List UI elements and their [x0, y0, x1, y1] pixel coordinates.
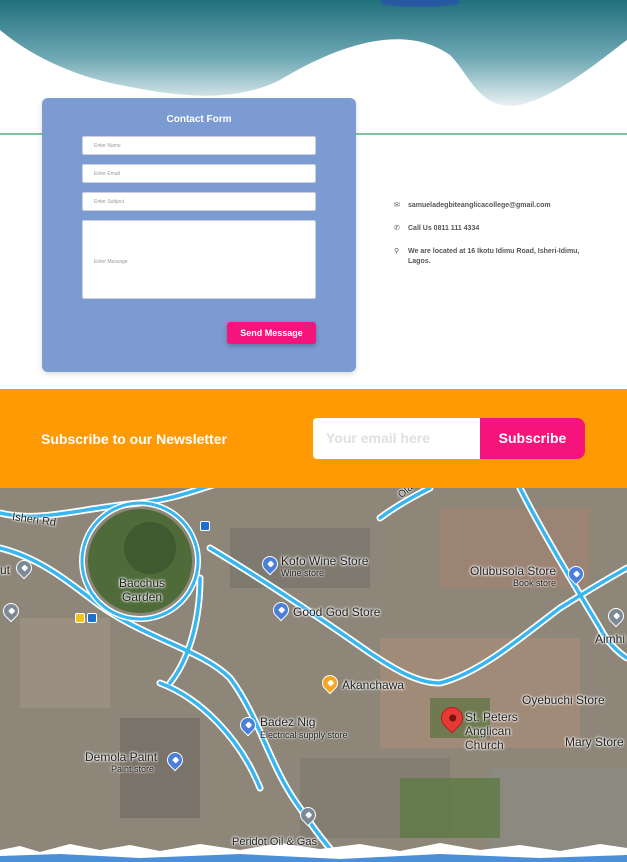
newsletter-title: Subscribe to our Newsletter — [41, 431, 227, 447]
contact-email-text[interactable]: samueladegbiteanglicacollege@gmail.com — [408, 201, 583, 211]
map-label-demola: Demola Paint — [85, 750, 158, 764]
location-pin-icon: ⚲ — [394, 248, 400, 255]
subscribe-button[interactable]: Subscribe — [480, 418, 585, 459]
map-label-badez: Badez Nig — [260, 715, 316, 729]
map-label-mary: Mary Store — [565, 735, 624, 749]
map-label-out-partial: ut — [0, 563, 11, 577]
phone-icon: ✆ — [394, 225, 400, 232]
map-label-peridot: Peridot Oil & Gas — [232, 836, 317, 848]
location-map[interactable]: Isheri Rd Ola ut Bacchus Garden Kofo Win… — [0, 488, 627, 862]
map-label-akanchawa: Akanchawa — [342, 678, 405, 692]
email-input[interactable]: Enter Email — [82, 164, 316, 183]
send-message-button[interactable]: Send Message — [227, 322, 316, 344]
map-sublabel-demola: Paint store — [111, 764, 155, 774]
name-input[interactable]: Enter Name — [82, 136, 316, 155]
envelope-icon: ✉ — [394, 202, 400, 209]
map-label-good-god: Good God Store — [293, 605, 381, 619]
subject-input[interactable]: Enter Subject — [82, 192, 316, 211]
map-label-kofo: Kofo Wine Store — [281, 554, 369, 568]
newsletter-email-input[interactable]: Your email here — [313, 418, 481, 459]
map-sublabel-olubusola: Book store — [513, 578, 557, 588]
map-label-bacchus-garden: Bacchus Garden — [118, 576, 166, 604]
contact-address-row: ⚲ We are located at 16 Ikotu Idimu Road,… — [394, 247, 583, 267]
contact-email-row: ✉ samueladegbiteanglicacollege@gmail.com — [394, 201, 583, 211]
bus-stop-icon[interactable] — [87, 613, 97, 623]
map-label-oyebuchi: Oyebuchi Store — [522, 693, 605, 707]
newsletter-band: Subscribe to our Newsletter Your email h… — [0, 389, 627, 488]
contact-address-text: We are located at 16 Ikotu Idimu Road, I… — [408, 248, 580, 265]
map-label-olubusola: Olubusola Store — [470, 564, 557, 578]
map-sublabel-badez: Electrical supply store — [260, 730, 348, 740]
contact-form-card: Contact Form Enter Name Enter Email Ente… — [42, 98, 356, 372]
map-sublabel-kofo: Wine store — [281, 568, 325, 578]
contact-form-title: Contact Form — [166, 114, 232, 125]
bus-stop-icon[interactable] — [200, 521, 210, 531]
contact-phone-text[interactable]: Call Us 0811 111 4334 — [408, 224, 583, 234]
message-textarea[interactable]: Enter Message — [82, 220, 316, 299]
contact-phone-row: ✆ Call Us 0811 111 4334 — [394, 224, 583, 234]
bus-stop-icon[interactable] — [75, 613, 85, 623]
map-label-st-peters: St. Peters Anglican Church — [465, 710, 518, 752]
map-label-aimhi: Aimhi — [595, 632, 626, 646]
